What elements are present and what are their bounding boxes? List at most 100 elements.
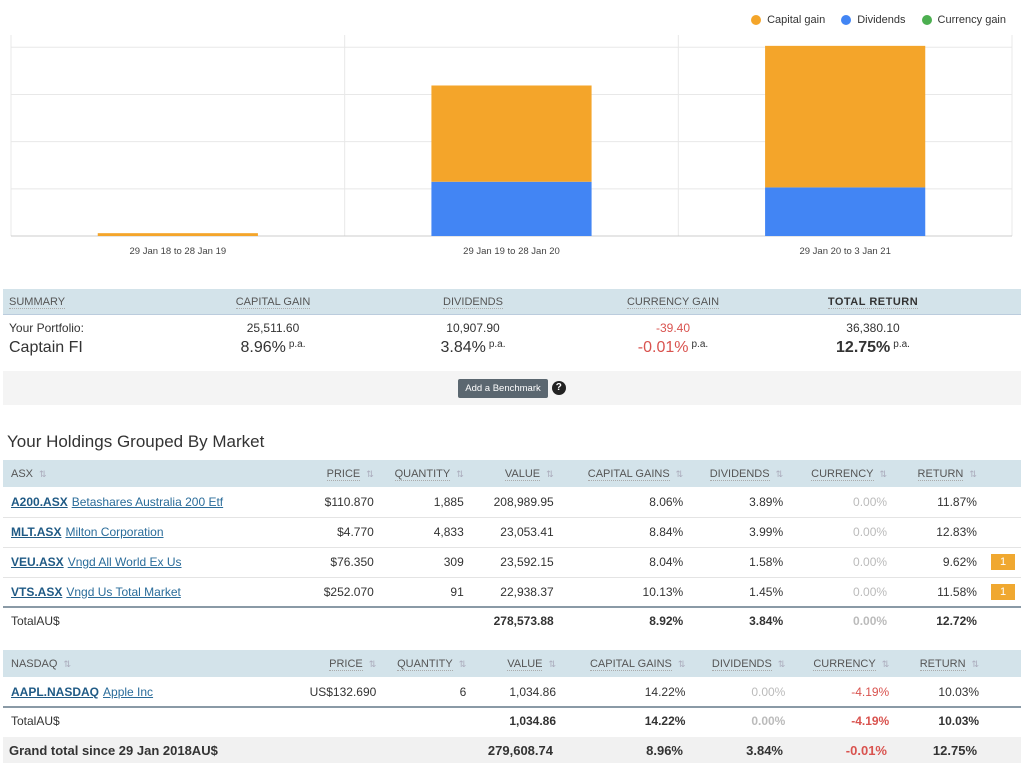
header-spacer [984, 460, 1021, 487]
holding-name-link[interactable]: Milton Corporation [65, 525, 163, 539]
sort-icon[interactable]: ⇅ [678, 659, 686, 669]
column-header[interactable]: VALUE ⇅ [474, 650, 565, 677]
market-header[interactable]: ASX ⇅ [3, 460, 302, 487]
quantity: 4,833 [381, 517, 472, 548]
return: 12.83% [895, 517, 985, 548]
column-header[interactable]: RETURN ⇅ [895, 460, 985, 487]
market-header[interactable]: NASDAQ ⇅ [3, 650, 302, 677]
holding-code-link[interactable]: AAPL.NASDAQ [11, 685, 99, 699]
column-header[interactable]: DIVIDENDS ⇅ [693, 650, 794, 677]
holding-name-link[interactable]: Vngd Us Total Market [66, 585, 181, 599]
sort-icon[interactable]: ⇅ [882, 659, 890, 669]
bar-capital-gain [431, 85, 592, 182]
holding-code-link[interactable]: VTS.ASX [11, 585, 62, 599]
capital-gains: 10.13% [561, 577, 692, 608]
total-return: 12.72% [895, 606, 985, 633]
holding-row[interactable]: A200.ASX Betashares Australia 200 Etf $11… [3, 487, 1021, 518]
chart-legend: Capital gain Dividends Currency gain [751, 14, 1006, 26]
add-benchmark-button[interactable]: Add a Benchmark [458, 378, 548, 398]
portfolio-label: Your Portfolio: [9, 321, 84, 335]
sort-icon[interactable]: ⇅ [676, 469, 684, 479]
value: 23,053.41 [471, 517, 562, 548]
legend-item[interactable]: Dividends [841, 14, 906, 26]
currency: 0.00% [791, 577, 896, 608]
notification-badge[interactable]: 1 [991, 554, 1015, 570]
holding-row[interactable]: AAPL.NASDAQ Apple Inc US$132.690 6 1,034.86… [3, 677, 1021, 708]
currency: 0.00% [791, 547, 896, 578]
sort-icon[interactable]: ⇅ [880, 469, 888, 479]
price: $252.070 [301, 577, 382, 608]
bar-dividends [765, 187, 926, 236]
sort-icon[interactable]: ⇅ [969, 469, 977, 479]
column-header[interactable]: QUANTITY ⇅ [381, 460, 472, 487]
quantity: 309 [381, 547, 472, 578]
total-cg: 8.92% [561, 606, 692, 633]
column-header[interactable]: PRICE ⇅ [301, 650, 385, 677]
dividends: 3.99% [691, 517, 792, 548]
legend-label: Capital gain [767, 14, 826, 26]
summary-heading: SUMMARY [9, 295, 66, 309]
sort-icon[interactable]: ⇅ [546, 469, 554, 479]
sort-icon[interactable]: ⇅ [778, 659, 786, 669]
value: 22,938.37 [471, 577, 562, 608]
help-icon[interactable]: ? [551, 381, 566, 395]
holding-code-link[interactable]: MLT.ASX [11, 525, 61, 539]
currency: 0.00% [791, 487, 896, 518]
column-header[interactable]: CURRENCY ⇅ [791, 460, 896, 487]
sort-icon[interactable]: ⇅ [459, 659, 467, 669]
currency-gain-value: -39.40 [655, 321, 691, 335]
total-div: 3.84% [691, 606, 792, 633]
x-tick-label: 29 Jan 20 to 3 Jan 21 [799, 246, 890, 257]
sort-icon[interactable]: ⇅ [548, 659, 556, 669]
holding-code-link[interactable]: A200.ASX [11, 495, 68, 509]
return: 11.58% [895, 577, 985, 608]
holding-row[interactable]: VEU.ASX Vngd All World Ex Us $76.350 309 23… [3, 547, 1021, 578]
total-row: TotalAU$ 1,034.86 14.22% 0.00% -4.19% 10.03% [3, 706, 1021, 733]
quantity: 6 [384, 677, 475, 708]
column-header[interactable]: DIVIDENDS ⇅ [691, 460, 792, 487]
holdings-table-nasdaq: NASDAQ ⇅ PRICE ⇅ QUANTITY ⇅ VALUE ⇅ CAPITAL GAIN… [3, 650, 1021, 733]
grand-total-value: 279,608.74 [487, 742, 553, 758]
holding-name-link[interactable]: Vngd All World Ex Us [68, 555, 182, 569]
bar-capital-gain [765, 45, 926, 188]
total-value: 1,034.86 [474, 706, 565, 733]
sort-icon[interactable]: ⇅ [369, 659, 377, 669]
total-label: TotalAU$ [3, 606, 302, 633]
grand-total-row: Grand total since 29 Jan 2018AU$ 279,608… [3, 737, 1021, 763]
column-header[interactable]: VALUE ⇅ [471, 460, 562, 487]
total-return-value: 36,380.10 [846, 321, 900, 335]
column-header[interactable]: CAPITAL GAINS ⇅ [564, 650, 694, 677]
holding-name-link[interactable]: Apple Inc [103, 685, 153, 699]
price: $4.770 [301, 517, 382, 548]
total-value: 278,573.88 [471, 606, 562, 633]
summary-row: Your Portfolio: Captain FI 25,511.60 8.96%… [3, 315, 1021, 371]
sort-icon[interactable]: ⇅ [776, 469, 784, 479]
column-header[interactable]: RETURN ⇅ [897, 650, 988, 677]
holding-name-link[interactable]: Betashares Australia 200 Etf [72, 495, 223, 509]
legend-item[interactable]: Currency gain [921, 14, 1006, 26]
notification-badge[interactable]: 1 [991, 583, 1015, 600]
column-header[interactable]: CURRENCY ⇅ [793, 650, 898, 677]
sort-icon[interactable]: ⇅ [366, 469, 374, 479]
total-return-pct: 12.75% [836, 339, 891, 356]
pa-label: p.a. [893, 339, 910, 350]
holding-code-link[interactable]: VEU.ASX [11, 555, 64, 569]
total-return-heading: TOTAL RETURN [827, 295, 919, 309]
dividends: 1.58% [691, 547, 792, 578]
dividends: 3.89% [691, 487, 792, 518]
total-div: 0.00% [693, 706, 794, 733]
sort-icon[interactable]: ⇅ [456, 469, 464, 479]
dividends-pct: 3.84% [440, 339, 486, 356]
bar-capital-gain [97, 233, 258, 236]
column-header[interactable]: CAPITAL GAINS ⇅ [561, 460, 692, 487]
sort-icon[interactable]: ⇅ [972, 659, 980, 669]
legend-item[interactable]: Capital gain [751, 14, 825, 26]
dividends-heading: DIVIDENDS [443, 295, 503, 309]
holding-row[interactable]: VTS.ASX Vngd Us Total Market $252.070 91 22… [3, 577, 1021, 608]
column-header[interactable]: QUANTITY ⇅ [384, 650, 475, 677]
pa-label: p.a. [691, 339, 709, 350]
capital-gains: 8.04% [561, 547, 692, 578]
holding-row[interactable]: MLT.ASX Milton Corporation $4.770 4,833 23,… [3, 517, 1021, 548]
column-header[interactable]: PRICE ⇅ [301, 460, 382, 487]
x-tick-label: 29 Jan 18 to 28 Jan 19 [129, 246, 226, 257]
